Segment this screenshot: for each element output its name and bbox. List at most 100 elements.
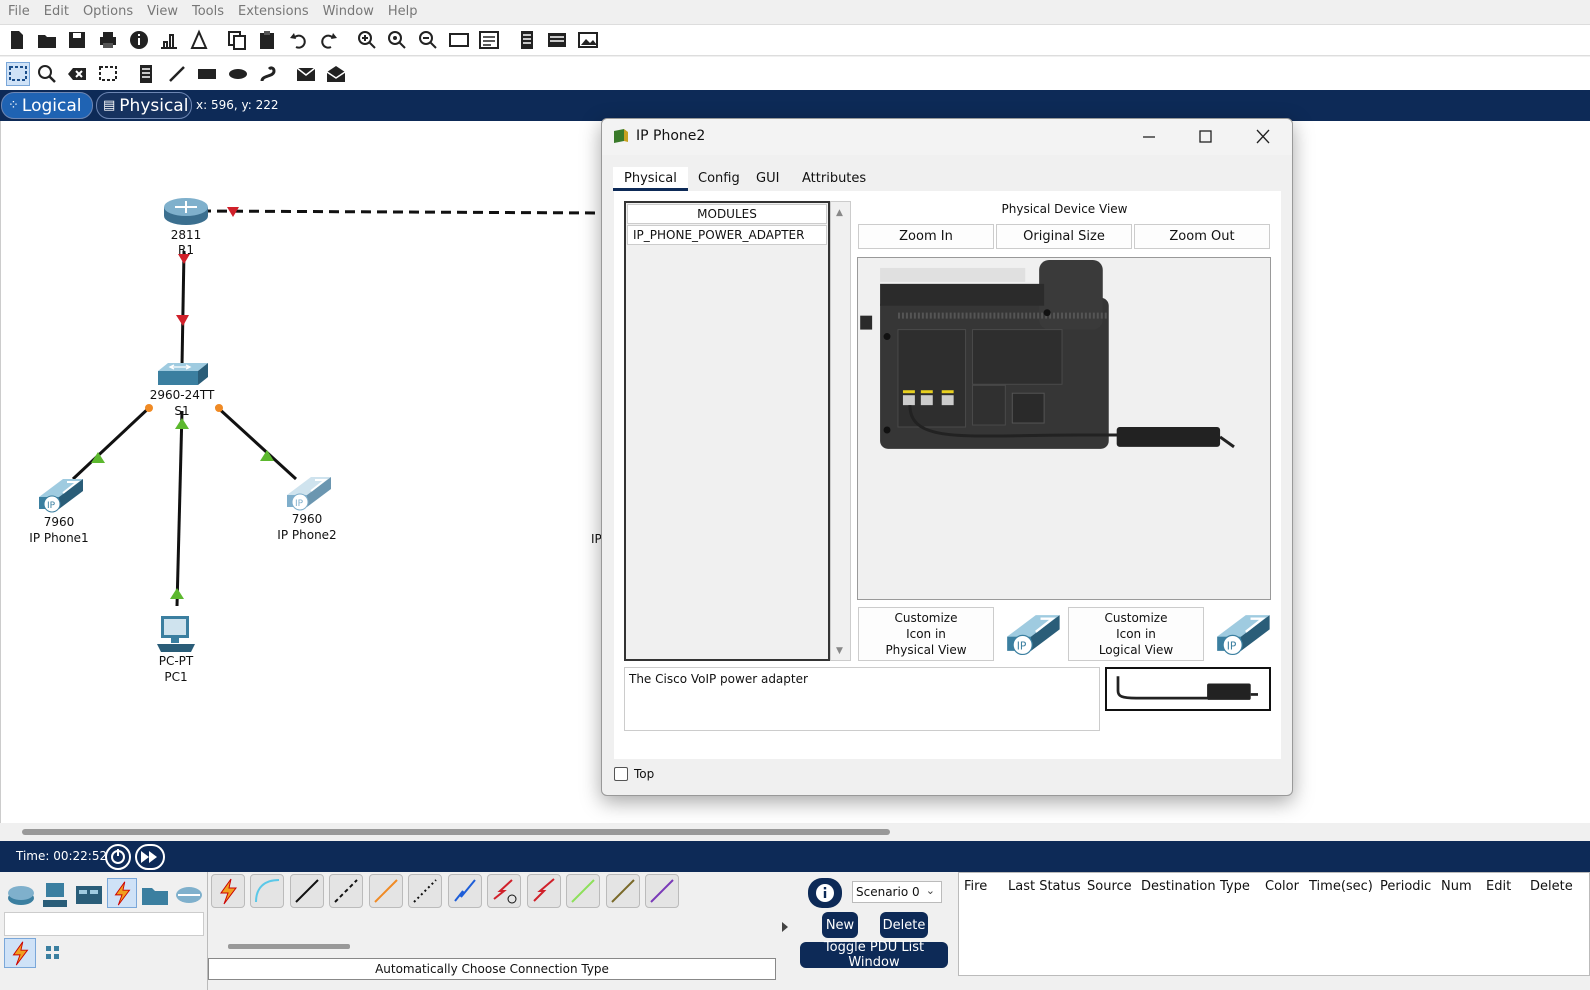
tab-physical[interactable]: Physical: [613, 167, 688, 191]
auto-connection-type-icon[interactable]: [211, 874, 245, 908]
new-scenario-button[interactable]: New: [822, 912, 858, 938]
zoom-out-icon[interactable]: [417, 29, 439, 51]
logical-view-tab[interactable]: ⁘ Logical: [1, 92, 93, 119]
menu-window[interactable]: Window: [323, 4, 374, 19]
menu-extensions[interactable]: Extensions: [238, 4, 309, 19]
top-checkbox[interactable]: [614, 767, 628, 781]
menu-options[interactable]: Options: [83, 4, 133, 19]
scroll-down-icon[interactable]: ▼: [836, 646, 843, 656]
save-icon[interactable]: [66, 29, 88, 51]
customize-logical-icon-button[interactable]: Customize Icon in Logical View: [1068, 607, 1204, 661]
menu-tools[interactable]: Tools: [192, 4, 224, 19]
connections-icon[interactable]: [107, 878, 137, 908]
draw-line-icon[interactable]: [166, 63, 188, 85]
miscellaneous-icon[interactable]: [140, 880, 170, 910]
minimize-icon[interactable]: [1138, 127, 1160, 147]
copy-icon[interactable]: [226, 29, 248, 51]
physical-view-tab[interactable]: ▤ Physical: [96, 92, 192, 119]
redo-icon[interactable]: [318, 29, 340, 51]
menu-help[interactable]: Help: [388, 4, 418, 19]
add-complex-pdu-icon[interactable]: [325, 63, 347, 85]
network-devices-icon[interactable]: [6, 880, 36, 910]
scroll-up-icon[interactable]: ▲: [836, 208, 843, 218]
close-icon[interactable]: [1252, 127, 1274, 147]
coaxial-icon[interactable]: [448, 874, 482, 908]
physical-view-icon: ▤: [103, 98, 116, 113]
device-image-view[interactable]: [857, 257, 1271, 600]
serial-dce-icon[interactable]: [487, 874, 521, 908]
zoom-reset-icon[interactable]: [386, 29, 408, 51]
router-serial-link: [200, 209, 602, 215]
console-cable-icon[interactable]: [250, 874, 284, 908]
workspace-horizontal-scrollbar[interactable]: [0, 823, 1590, 841]
menu-file[interactable]: File: [8, 4, 30, 19]
drawing-palette-icon[interactable]: [448, 29, 470, 51]
connections-scrollbar[interactable]: [228, 944, 350, 949]
pc-icon[interactable]: [153, 614, 199, 654]
usb-cable-icon[interactable]: [645, 874, 679, 908]
ip-phone1-icon[interactable]: IP: [33, 473, 85, 515]
components-icon[interactable]: [74, 880, 104, 910]
scrollbar-thumb[interactable]: [22, 829, 890, 835]
power-cycle-icon[interactable]: [105, 844, 131, 870]
info-icon[interactable]: [128, 29, 150, 51]
dialog-title-bar[interactable]: IP Phone2: [602, 119, 1292, 155]
customize-physical-icon-button[interactable]: Customize Icon in Physical View: [858, 607, 994, 661]
copper-straight-through-icon[interactable]: [290, 874, 324, 908]
fast-forward-icon[interactable]: [135, 844, 165, 870]
notes-icon[interactable]: [516, 29, 538, 51]
router-switch-link: [180, 250, 186, 367]
zoom-in-button[interactable]: Zoom In: [858, 224, 994, 249]
grid-view-icon[interactable]: [44, 944, 62, 962]
resize-shape-icon[interactable]: [97, 63, 119, 85]
delete-tool-icon[interactable]: [66, 63, 88, 85]
menu-edit[interactable]: Edit: [44, 4, 69, 19]
place-note-icon[interactable]: [135, 63, 157, 85]
network-info-icon[interactable]: [158, 29, 180, 51]
device-search-field[interactable]: [4, 912, 204, 936]
toggle-pdu-list-button[interactable]: Toggle PDU List Window: [800, 940, 948, 970]
draw-ellipse-icon[interactable]: [227, 63, 249, 85]
zoom-in-icon[interactable]: [356, 29, 378, 51]
select-tool-icon[interactable]: [6, 62, 30, 86]
fiber-icon[interactable]: [369, 874, 403, 908]
auto-connection-icon[interactable]: [4, 938, 36, 968]
inspect-icon[interactable]: [36, 63, 58, 85]
tab-config[interactable]: Config: [687, 167, 751, 191]
router-icon[interactable]: [163, 196, 209, 226]
draw-rectangle-icon[interactable]: [196, 63, 218, 85]
pdu-info-icon[interactable]: [808, 878, 842, 908]
switch-icon[interactable]: [156, 361, 210, 387]
maximize-icon[interactable]: [1194, 127, 1216, 147]
scenario-select[interactable]: Scenario 0 ⌄: [852, 881, 942, 903]
activity-wizard-icon[interactable]: [188, 29, 210, 51]
ip-phone2-icon[interactable]: IP: [281, 471, 333, 513]
phone-cable-icon[interactable]: [408, 874, 442, 908]
expand-arrow-icon[interactable]: [780, 920, 790, 934]
end-devices-icon[interactable]: [40, 880, 70, 910]
menu-view[interactable]: View: [147, 4, 178, 19]
custom-devices-icon[interactable]: [478, 29, 500, 51]
octal-cable-icon[interactable]: [566, 874, 600, 908]
tab-attributes[interactable]: Attributes: [791, 167, 877, 191]
modules-list[interactable]: MODULES IP_PHONE_POWER_ADAPTER: [624, 201, 830, 661]
open-folder-icon[interactable]: [36, 29, 58, 51]
undo-icon[interactable]: [287, 29, 309, 51]
device-list-icon[interactable]: [546, 29, 568, 51]
copper-cross-over-icon[interactable]: [329, 874, 363, 908]
print-icon[interactable]: [97, 29, 119, 51]
serial-dte-icon[interactable]: [527, 874, 561, 908]
delete-scenario-button[interactable]: Delete: [880, 912, 928, 938]
paste-icon[interactable]: [256, 29, 278, 51]
add-simple-pdu-icon[interactable]: [295, 63, 317, 85]
original-size-button[interactable]: Original Size: [996, 224, 1132, 249]
freeform-icon[interactable]: [257, 63, 279, 85]
iot-custom-cable-icon[interactable]: [606, 874, 640, 908]
module-item[interactable]: IP_PHONE_POWER_ADAPTER: [627, 225, 827, 245]
tab-gui[interactable]: GUI: [745, 167, 790, 191]
multiuser-icon[interactable]: [174, 880, 204, 910]
screenshot-icon[interactable]: [577, 29, 599, 51]
new-file-icon[interactable]: [6, 29, 28, 51]
modules-scrollbar[interactable]: ▲ ▼: [830, 201, 851, 661]
zoom-out-button[interactable]: Zoom Out: [1134, 224, 1270, 249]
